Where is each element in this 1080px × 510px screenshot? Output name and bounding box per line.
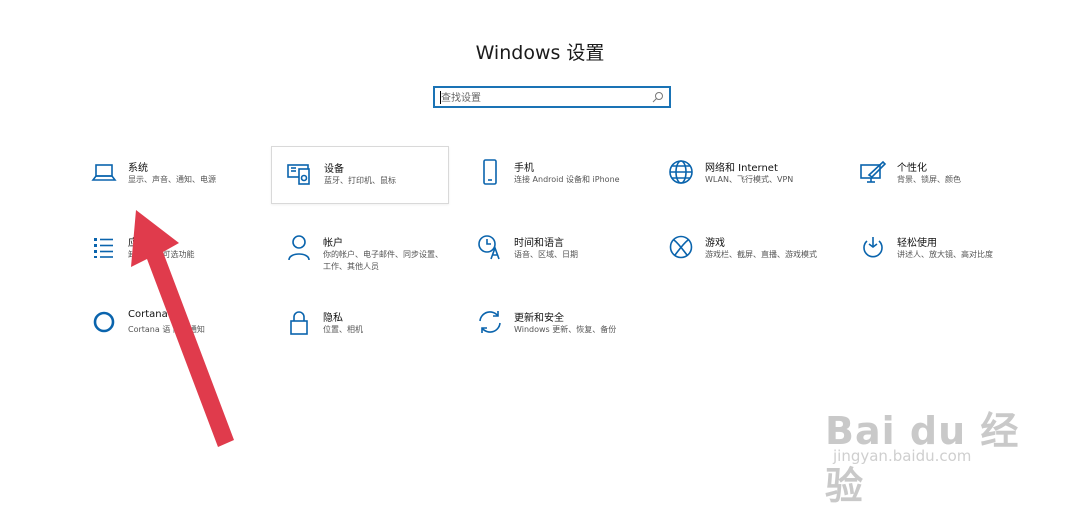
tile-description: 背景、锁屏、颜色 xyxy=(897,175,961,184)
tile-personalization[interactable]: 个性化 背景、锁屏、颜色 xyxy=(845,146,1023,204)
tile-name: 轻松使用 xyxy=(897,238,937,249)
personalization-icon xyxy=(860,160,887,183)
tile-accounts[interactable]: 帐户 你的帐户、电子邮件、同步设置、工作、其他人员 xyxy=(271,221,449,279)
tile-description: 讲述人、放大镜、高对比度 xyxy=(897,250,993,259)
xbox-icon xyxy=(669,235,693,259)
apps-list-icon xyxy=(94,238,113,258)
tile-name: 网络和 Internet xyxy=(705,163,778,174)
tile-description: 游戏栏、截屏、直播、游戏模式 xyxy=(705,250,817,259)
tile-description: 蓝牙、打印机、鼠标 xyxy=(324,176,396,185)
tile-name: 时间和语言 xyxy=(514,238,564,249)
page-title: Windows 设置 xyxy=(475,42,605,64)
lock-icon xyxy=(290,311,308,335)
tile-description: 显示、声音、通知、电源 xyxy=(128,175,216,184)
tile-network[interactable]: 网络和 Internet WLAN、飞行模式、VPN xyxy=(653,146,831,204)
text-caret xyxy=(440,91,441,104)
tile-description: 卸 应用、可选功能 xyxy=(128,250,195,259)
search-icon[interactable] xyxy=(652,91,664,103)
tile-name: 游戏 xyxy=(705,238,725,249)
tile-name: 手机 xyxy=(514,163,534,174)
tile-gaming[interactable]: 游戏 游戏栏、截屏、直播、游戏模式 xyxy=(653,221,831,279)
cortana-icon xyxy=(93,311,115,333)
ease-of-access-icon xyxy=(863,237,883,258)
tile-devices[interactable]: 设备 蓝牙、打印机、鼠标 xyxy=(271,146,449,204)
tile-update-security[interactable]: 更新和安全 Windows 更新、恢复、备份 xyxy=(462,296,640,354)
search-box[interactable] xyxy=(433,86,671,108)
phone-icon xyxy=(483,159,497,185)
tile-ease-of-access[interactable]: 轻松使用 讲述人、放大镜、高对比度 xyxy=(845,221,1023,279)
time-language-icon xyxy=(478,235,500,260)
update-icon xyxy=(479,311,501,333)
tile-description: 语音、区域、日期 xyxy=(514,250,578,259)
tile-privacy[interactable]: 隐私 位置、相机 xyxy=(271,296,449,354)
account-icon xyxy=(288,235,310,261)
tile-name: 帐户 xyxy=(323,238,343,249)
tile-name: 个性化 xyxy=(897,163,927,174)
tile-phone[interactable]: 手机 连接 Android 设备和 iPhone xyxy=(462,146,640,204)
tile-name: Cortana xyxy=(128,309,168,320)
tile-description: 连接 Android 设备和 iPhone xyxy=(514,175,620,184)
tile-description: Cortana 语 限、通知 xyxy=(128,325,205,334)
tile-apps[interactable]: 应 卸 应用、可选功能 xyxy=(76,221,254,279)
watermark: Bai du 经验 jingyan.baidu.com xyxy=(823,375,1028,508)
tile-name: 隐私 xyxy=(323,313,343,324)
tile-description: WLAN、飞行模式、VPN xyxy=(705,175,794,184)
laptop-icon xyxy=(91,164,117,181)
tile-cortana[interactable]: Cortana Cortana 语 限、通知 xyxy=(76,296,254,354)
search-input[interactable] xyxy=(441,90,651,106)
globe-icon xyxy=(669,160,693,184)
tile-name: 设备 xyxy=(324,164,344,175)
tile-description: 位置、相机 xyxy=(323,325,363,334)
tile-name: 应 xyxy=(128,238,138,249)
tile-name: 更新和安全 xyxy=(514,313,564,324)
tile-system[interactable]: 系统 显示、声音、通知、电源 xyxy=(76,146,254,204)
devices-icon xyxy=(287,164,310,185)
tile-name: 系统 xyxy=(128,163,148,174)
watermark-url: jingyan.baidu.com xyxy=(833,447,972,465)
tile-time-language[interactable]: 时间和语言 语音、区域、日期 xyxy=(462,221,640,279)
tile-description: Windows 更新、恢复、备份 xyxy=(514,325,617,334)
tile-description: 你的帐户、电子邮件、同步设置、工作、其他人员 xyxy=(323,250,443,271)
